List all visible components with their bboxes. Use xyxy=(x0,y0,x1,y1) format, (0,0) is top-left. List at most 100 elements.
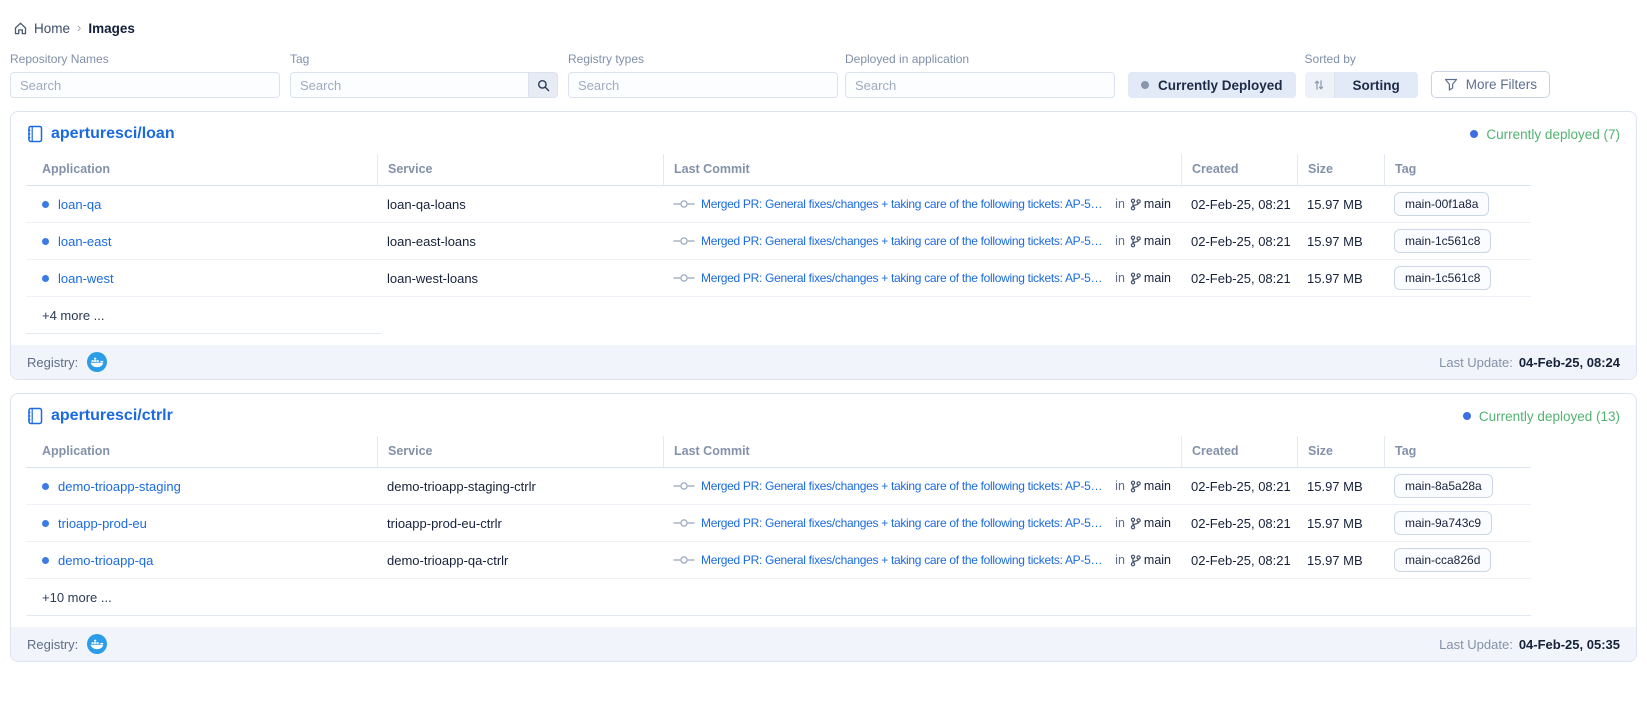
table-row: loan-qa loan-qa-loans Merged PR: General… xyxy=(26,186,1531,223)
last-update-label: Last Update: xyxy=(1439,637,1513,652)
application-cell: loan-east xyxy=(26,234,377,249)
created-at: 02-Feb-25, 08:21 xyxy=(1181,271,1297,286)
column-created: Created xyxy=(1181,154,1297,185)
repository-names-input[interactable] xyxy=(10,72,280,98)
column-last-commit: Last Commit xyxy=(663,154,1181,185)
deployed-status-dot-icon xyxy=(1470,130,1478,138)
application-link[interactable]: loan-east xyxy=(58,234,111,249)
divider xyxy=(26,615,1531,616)
tag-cell: main-1c561c8 xyxy=(1384,266,1531,290)
filter-tag: Tag xyxy=(290,52,558,98)
deployed-in-application-label: Deployed in application xyxy=(845,52,1115,66)
column-created: Created xyxy=(1181,436,1297,467)
application-cell: demo-trioapp-qa xyxy=(26,553,377,568)
created-at: 02-Feb-25, 08:21 xyxy=(1181,553,1297,568)
tag-cell: main-9a743c9 xyxy=(1384,511,1531,535)
column-size: Size xyxy=(1297,436,1384,467)
application-status-dot-icon xyxy=(42,275,49,282)
application-link[interactable]: loan-qa xyxy=(58,197,101,212)
tag-cell: main-00f1a8a xyxy=(1384,192,1531,216)
divider xyxy=(26,333,381,334)
deployed-status-label: Currently deployed (13) xyxy=(1479,409,1620,424)
table-row: loan-east loan-east-loans Merged PR: Gen… xyxy=(26,223,1531,260)
deployed-in-application-input[interactable] xyxy=(845,72,1115,98)
table-row: trioapp-prod-eu trioapp-prod-eu-ctrlr Me… xyxy=(26,505,1531,542)
breadcrumb: Home › Images xyxy=(0,0,1647,38)
git-branch-icon xyxy=(1130,480,1141,493)
breadcrumb-home[interactable]: Home xyxy=(13,21,70,36)
application-link[interactable]: demo-trioapp-staging xyxy=(58,479,181,494)
commit-icon xyxy=(673,518,695,528)
commit-branch: main xyxy=(1144,553,1171,567)
sorting-button[interactable]: Sorting xyxy=(1335,72,1418,98)
commit-icon xyxy=(673,236,695,246)
column-last-commit: Last Commit xyxy=(663,436,1181,467)
application-link[interactable]: demo-trioapp-qa xyxy=(58,553,153,568)
commit-message-link[interactable]: Merged PR: General fixes/changes + takin… xyxy=(701,271,1106,285)
last-commit-cell: Merged PR: General fixes/changes + takin… xyxy=(663,479,1181,493)
tag-input[interactable] xyxy=(290,72,528,98)
commit-icon xyxy=(673,199,695,209)
service-name: trioapp-prod-eu-ctrlr xyxy=(377,516,663,531)
column-application: Application xyxy=(26,436,377,467)
repo-name: aperturesci/loan xyxy=(51,125,175,143)
commit-message-link[interactable]: Merged PR: General fixes/changes + takin… xyxy=(701,553,1106,567)
table-row: demo-trioapp-staging demo-trioapp-stagin… xyxy=(26,468,1531,505)
image-size: 15.97 MB xyxy=(1297,234,1384,249)
image-size: 15.97 MB xyxy=(1297,516,1384,531)
commit-icon xyxy=(673,555,695,565)
commit-branch: main xyxy=(1144,197,1171,211)
currently-deployed-chip[interactable]: Currently Deployed xyxy=(1128,72,1296,98)
commit-in-label: in xyxy=(1115,516,1125,530)
repo-name-link[interactable]: aperturesci/loan xyxy=(27,125,175,143)
application-link[interactable]: trioapp-prod-eu xyxy=(58,516,147,531)
show-more-link[interactable]: +10 more ... xyxy=(42,590,112,605)
tag-cell: main-8a5a28a xyxy=(1384,474,1531,498)
more-filters-label: More Filters xyxy=(1466,77,1537,92)
commit-in-label: in xyxy=(1115,479,1125,493)
images-table: Application Service Last Commit Created … xyxy=(26,154,1531,334)
created-at: 02-Feb-25, 08:21 xyxy=(1181,479,1297,494)
table-header-row: Application Service Last Commit Created … xyxy=(26,154,1531,186)
repo-name-link[interactable]: aperturesci/ctrlr xyxy=(27,407,173,425)
docker-registry-icon xyxy=(87,352,107,372)
last-commit-cell: Merged PR: General fixes/changes + takin… xyxy=(663,516,1181,530)
application-link[interactable]: loan-west xyxy=(58,271,114,286)
repo-name: aperturesci/ctrlr xyxy=(51,407,173,425)
sorting-label: Sorting xyxy=(1353,78,1400,93)
more-row: +4 more ... xyxy=(26,297,1531,333)
commit-branch: main xyxy=(1144,516,1171,530)
sort-direction-button[interactable] xyxy=(1305,72,1335,98)
tag-search-button[interactable] xyxy=(528,72,558,98)
more-filters-button[interactable]: More Filters xyxy=(1431,71,1550,98)
last-commit-cell: Merged PR: General fixes/changes + takin… xyxy=(663,271,1181,285)
commit-message-link[interactable]: Merged PR: General fixes/changes + takin… xyxy=(701,516,1106,530)
application-cell: demo-trioapp-staging xyxy=(26,479,377,494)
repo-card-loan: aperturesci/loan Currently deployed (7) … xyxy=(10,111,1637,380)
application-status-dot-icon xyxy=(42,520,49,527)
repository-icon xyxy=(27,407,43,425)
commit-icon xyxy=(673,481,695,491)
commit-message-link[interactable]: Merged PR: General fixes/changes + takin… xyxy=(701,197,1106,211)
application-status-dot-icon xyxy=(42,557,49,564)
service-name: demo-trioapp-staging-ctrlr xyxy=(377,479,663,494)
service-name: loan-east-loans xyxy=(377,234,663,249)
column-tag: Tag xyxy=(1384,154,1531,185)
created-at: 02-Feb-25, 08:21 xyxy=(1181,234,1297,249)
commit-message-link[interactable]: Merged PR: General fixes/changes + takin… xyxy=(701,234,1106,248)
registry-types-input[interactable] xyxy=(568,72,838,98)
commit-branch: main xyxy=(1144,271,1171,285)
filter-deployed-in-application: Deployed in application xyxy=(845,52,1115,98)
sorted-by-label: Sorted by xyxy=(1305,52,1418,66)
git-branch-icon xyxy=(1130,554,1141,567)
last-update-label: Last Update: xyxy=(1439,355,1513,370)
commit-message-link[interactable]: Merged PR: General fixes/changes + takin… xyxy=(701,479,1106,493)
images-table: Application Service Last Commit Created … xyxy=(26,436,1531,616)
more-row: +10 more ... xyxy=(26,579,1531,615)
column-service: Service xyxy=(377,436,663,467)
tag-pill: main-1c561c8 xyxy=(1394,229,1491,253)
commit-branch: main xyxy=(1144,479,1171,493)
card-footer: Registry: Last Update: 04-Feb-25, 05:35 xyxy=(11,627,1636,661)
currently-deployed-dot-icon xyxy=(1141,81,1149,89)
show-more-link[interactable]: +4 more ... xyxy=(42,308,105,323)
